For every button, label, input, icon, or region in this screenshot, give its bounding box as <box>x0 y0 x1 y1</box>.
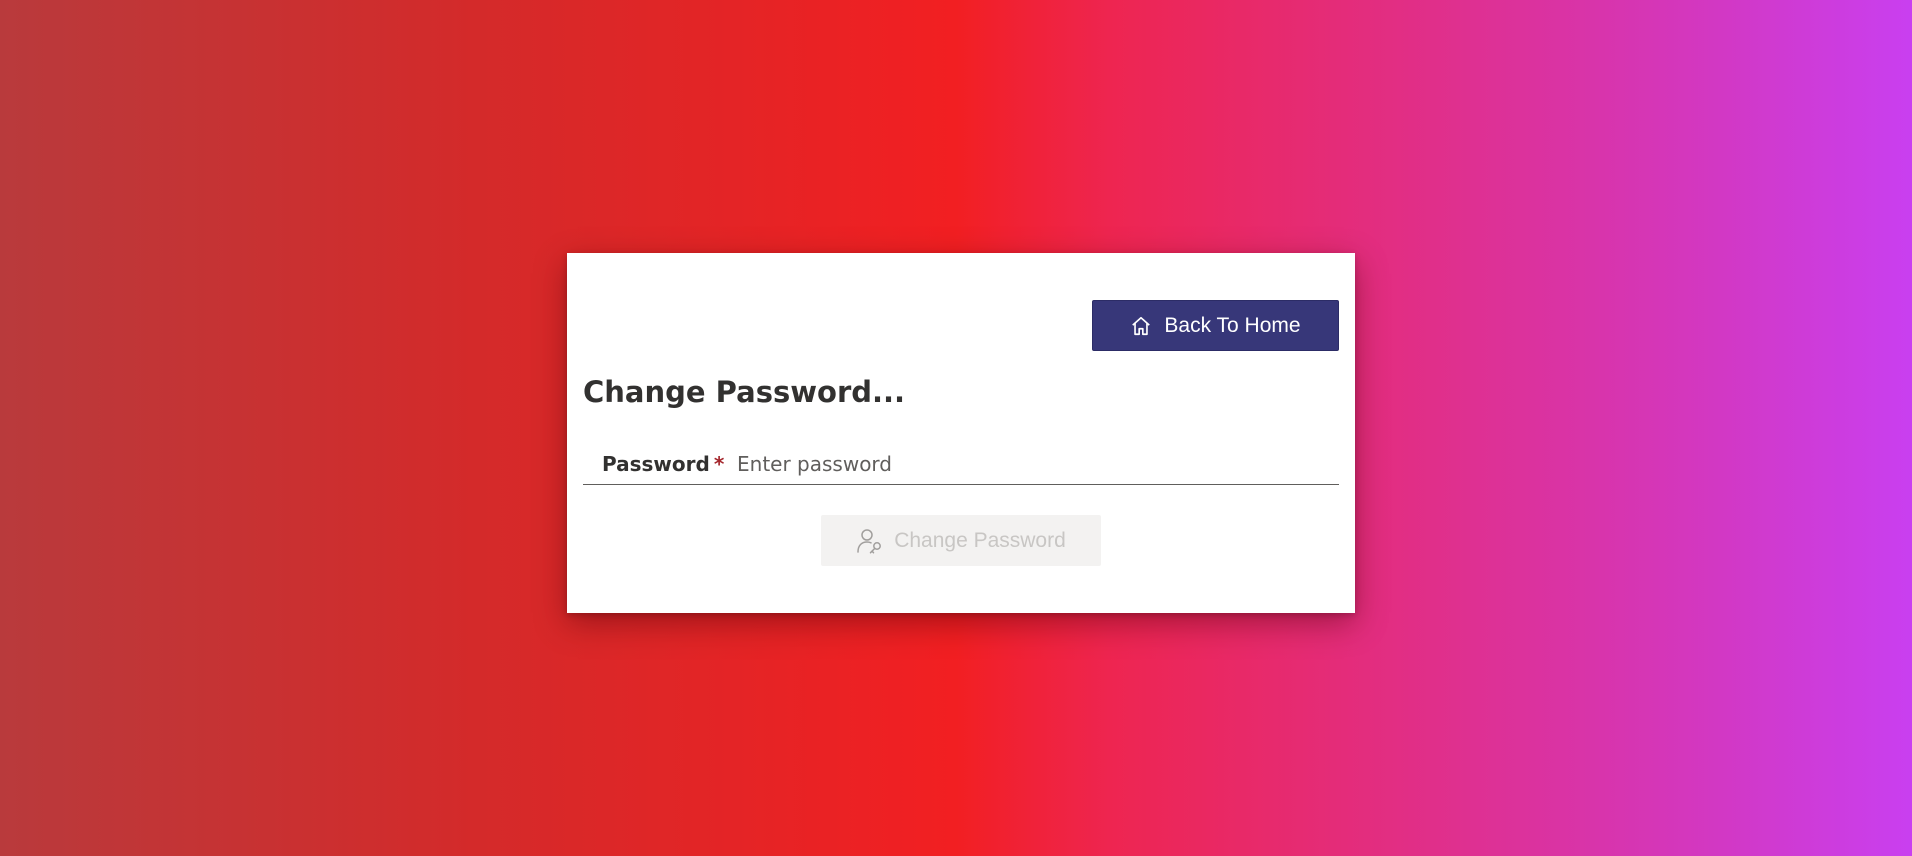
password-input[interactable] <box>737 443 1339 484</box>
user-key-icon <box>856 527 884 555</box>
back-to-home-button[interactable]: Back To Home <box>1092 300 1339 351</box>
password-label: Password * <box>602 451 725 476</box>
change-password-card: Back To Home Change Password... Password… <box>567 253 1355 613</box>
password-field: Password * <box>583 443 1339 485</box>
change-password-button[interactable]: Change Password <box>821 515 1101 566</box>
back-to-home-label: Back To Home <box>1164 313 1301 337</box>
required-marker: * <box>713 451 725 476</box>
change-password-label: Change Password <box>894 528 1066 552</box>
home-icon <box>1130 315 1152 337</box>
page-title: Change Password... <box>583 375 906 409</box>
